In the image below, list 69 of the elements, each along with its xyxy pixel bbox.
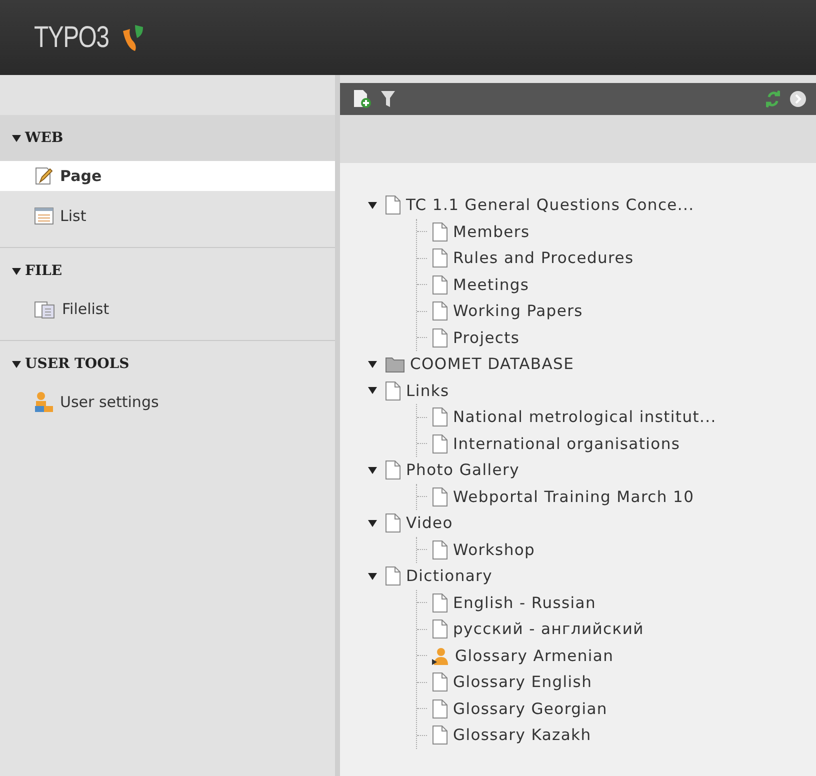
- module-group-header[interactable]: USER TOOLS: [0, 341, 335, 387]
- logo-text: TYPO3: [34, 20, 109, 54]
- page-icon: [432, 725, 448, 746]
- tree-item-label[interactable]: Meetings: [453, 276, 530, 294]
- page-icon: [385, 566, 401, 586]
- collapse-toggle-icon[interactable]: [368, 360, 377, 369]
- collapse-toggle-icon[interactable]: [12, 360, 21, 368]
- collapse-toggle-icon[interactable]: [12, 134, 21, 142]
- module-group-header[interactable]: FILE: [0, 248, 335, 294]
- folder-icon: [385, 356, 405, 373]
- tree-item-label[interactable]: русский - английский: [453, 620, 644, 638]
- tree-item-label[interactable]: Workshop: [453, 540, 536, 559]
- page-icon: [432, 328, 448, 348]
- users-icon: [34, 391, 54, 413]
- page-icon: [432, 248, 448, 268]
- tree-item-label[interactable]: Glossary English: [453, 673, 592, 692]
- tree-item-label[interactable]: International organisations: [453, 434, 680, 453]
- page-icon: [432, 672, 448, 692]
- files-icon: [34, 299, 56, 319]
- page-pencil-icon: [34, 166, 54, 186]
- module-item[interactable]: Page: [0, 161, 335, 191]
- page-icon: [385, 513, 401, 534]
- page-icon: [432, 434, 448, 454]
- group-title: USER TOOLS: [25, 356, 130, 372]
- tree-item-label[interactable]: COOMET DATABASE: [410, 355, 574, 374]
- page-icon: [385, 195, 401, 216]
- module-item[interactable]: User settings: [0, 387, 335, 417]
- page-icon: [432, 222, 448, 242]
- list-icon: [34, 206, 54, 226]
- module-item[interactable]: List: [0, 201, 335, 231]
- tree-item-label[interactable]: Projects: [453, 328, 520, 347]
- tree-item-label[interactable]: Glossary Kazakh: [453, 726, 592, 744]
- tree-item-label[interactable]: Glossary Armenian: [455, 646, 614, 665]
- tree-item-label[interactable]: Members: [453, 222, 530, 241]
- tree-item-label[interactable]: TC 1.1 General Questions Conce...: [406, 196, 694, 214]
- user-icon: [432, 646, 450, 666]
- page-icon: [432, 486, 448, 507]
- filter-icon[interactable]: [380, 89, 396, 109]
- page-icon: [432, 592, 448, 613]
- page-icon: [432, 274, 448, 295]
- page-icon: [432, 698, 448, 719]
- page-icon: [385, 380, 401, 401]
- page-icon: [432, 540, 448, 560]
- module-item[interactable]: Filelist: [0, 294, 335, 324]
- tree-item-label[interactable]: Video: [406, 514, 453, 532]
- collapse-toggle-icon[interactable]: [368, 466, 377, 475]
- page-icon: [385, 460, 401, 480]
- new-page-icon[interactable]: [352, 89, 372, 109]
- tree-item-label[interactable]: Rules and Procedures: [453, 249, 634, 268]
- module-group-header[interactable]: WEB: [0, 115, 335, 161]
- collapse-toggle-icon[interactable]: [368, 200, 377, 210]
- tree-item-label[interactable]: Dictionary: [406, 567, 492, 586]
- tree-item-label[interactable]: Working Papers: [453, 302, 583, 320]
- tree-item-label[interactable]: Glossary Georgian: [453, 700, 608, 718]
- collapse-toggle-icon[interactable]: [368, 386, 377, 396]
- group-title: FILE: [25, 263, 62, 279]
- tree-item-label[interactable]: Links: [406, 382, 450, 400]
- collapse-toggle-icon[interactable]: [12, 266, 21, 276]
- page-icon: [432, 301, 448, 322]
- page-icon: [432, 407, 448, 428]
- refresh-icon[interactable]: [766, 89, 780, 109]
- tree-item-label[interactable]: National metrological institut...: [453, 408, 716, 426]
- tree-item-label[interactable]: Photo Gallery: [406, 461, 520, 480]
- tree-item-label[interactable]: Webportal Training March 10: [453, 488, 694, 506]
- collapse-toggle-icon[interactable]: [368, 518, 377, 528]
- group-title: WEB: [25, 130, 64, 146]
- page-icon: [432, 619, 448, 640]
- tree-item-label[interactable]: English - Russian: [453, 594, 596, 612]
- collapse-toggle-icon[interactable]: [368, 572, 377, 581]
